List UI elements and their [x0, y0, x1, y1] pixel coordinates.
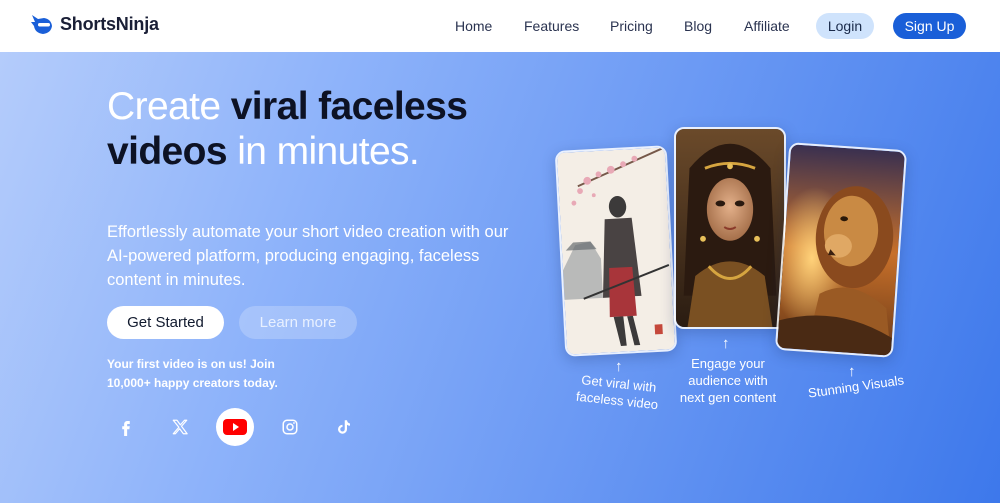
- caption-line: Engage your: [691, 356, 765, 371]
- ninja-head-icon: [31, 15, 52, 34]
- lion-thumbnail: [777, 144, 905, 356]
- signup-button[interactable]: Sign Up: [893, 13, 966, 39]
- tiktok-icon: [338, 420, 350, 434]
- samurai-video-card[interactable]: [554, 145, 678, 357]
- arrow-up-icon: ↑: [615, 358, 623, 375]
- portrait-video-card[interactable]: [674, 127, 786, 329]
- caption-line: Stunning Visuals: [807, 372, 905, 401]
- hero-subtitle: Effortlessly automate your short video c…: [107, 223, 509, 289]
- card-caption-1: Get viral with faceless video: [565, 370, 672, 415]
- title-part-2: in minutes.: [226, 130, 420, 173]
- site-header: ShortsNinja Home Features Pricing Blog A…: [0, 0, 1000, 52]
- youtube-icon: [223, 419, 247, 435]
- nav-affiliate[interactable]: Affiliate: [744, 18, 790, 34]
- hero-section: Create viral faceless videos in minutes.…: [0, 52, 1000, 503]
- login-button[interactable]: Login: [816, 13, 874, 39]
- caption-line: audience with: [688, 373, 768, 388]
- nav-home[interactable]: Home: [455, 18, 492, 34]
- nav-pricing[interactable]: Pricing: [610, 18, 653, 34]
- instagram-icon: [282, 419, 298, 435]
- x-twitter-link[interactable]: [161, 408, 199, 446]
- facebook-link[interactable]: [107, 408, 145, 446]
- arrow-up-icon: ↑: [848, 363, 856, 380]
- promo-text: Your first video is on us! Join 10,000+ …: [107, 355, 347, 393]
- samurai-thumbnail: [556, 147, 676, 355]
- promo-line-1: Your first video is on us! Join: [107, 357, 275, 371]
- arrow-up-icon: ↑: [722, 335, 730, 352]
- brand-logo[interactable]: ShortsNinja: [30, 13, 159, 35]
- x-twitter-icon: [172, 419, 188, 435]
- lion-video-card[interactable]: [774, 142, 908, 358]
- portrait-thumbnail: [676, 129, 784, 327]
- tiktok-link[interactable]: [325, 408, 363, 446]
- brand-name: ShortsNinja: [60, 13, 159, 34]
- title-part-1: Create: [107, 85, 231, 128]
- nav-blog[interactable]: Blog: [684, 18, 712, 34]
- caption-line: next gen content: [679, 390, 777, 405]
- promo-line-2: 10,000+ happy creators today.: [107, 376, 278, 390]
- nav-features[interactable]: Features: [524, 18, 579, 34]
- facebook-icon: [122, 421, 130, 436]
- card-caption-3: Stunning Visuals: [799, 370, 912, 402]
- youtube-link[interactable]: [216, 408, 254, 446]
- card-caption-2: Engage your audience with next gen conte…: [670, 355, 786, 406]
- learn-more-button[interactable]: Learn more: [239, 306, 357, 339]
- hero-title: Create viral faceless videos in minutes.: [107, 84, 527, 174]
- instagram-link[interactable]: [271, 408, 309, 446]
- get-started-button[interactable]: Get Started: [107, 306, 224, 339]
